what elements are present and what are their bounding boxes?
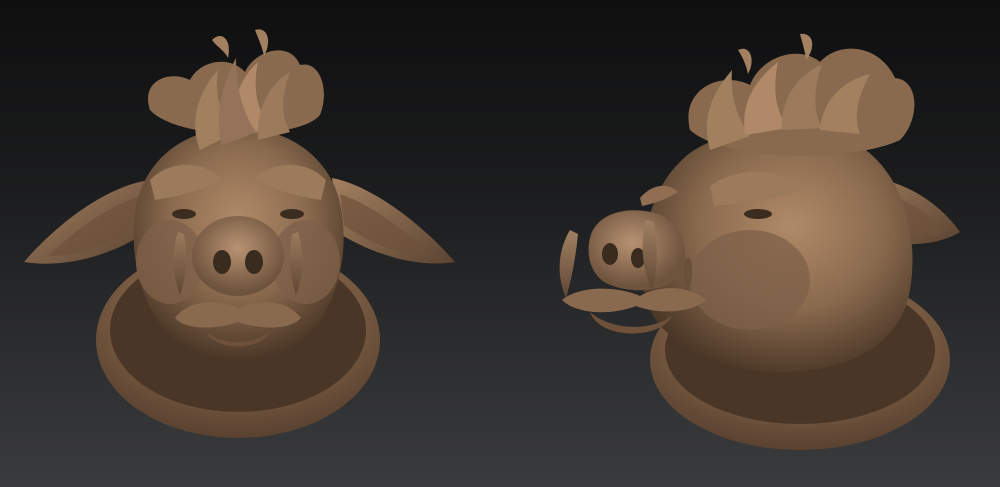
- right-nostril: [245, 250, 263, 274]
- boar-side-sculpt: [559, 33, 960, 450]
- viewport-canvas: [0, 0, 1000, 487]
- boar-head-front-render: [0, 0, 500, 487]
- left-nostril: [213, 250, 231, 274]
- left-eye: [172, 209, 196, 219]
- cheek: [690, 230, 810, 330]
- hair-tuft: [148, 29, 324, 150]
- eye: [744, 209, 772, 219]
- boar-front-sculpt: [24, 29, 455, 438]
- front-tusk: [559, 230, 578, 298]
- right-eye: [280, 209, 304, 219]
- mustache: [562, 288, 706, 313]
- snout: [192, 216, 284, 296]
- nostril-front: [602, 243, 618, 265]
- boar-head-three-quarter-render: [500, 0, 1000, 487]
- hair-tuft: [688, 33, 915, 156]
